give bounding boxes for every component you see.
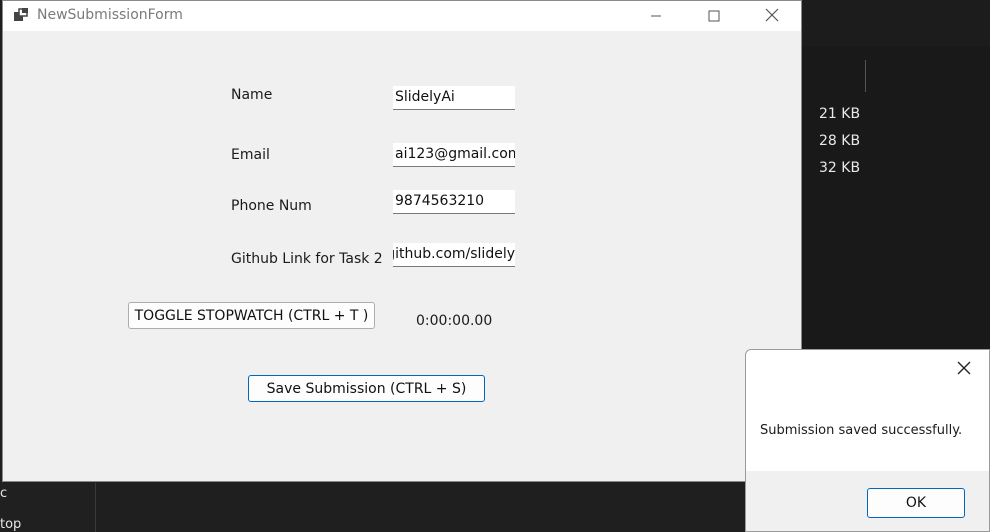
background-divider: [95, 483, 96, 532]
message-box: Submission saved successfully. OK: [745, 349, 990, 532]
save-submission-button[interactable]: Save Submission (CTRL + S): [248, 375, 485, 402]
github-link-input[interactable]: github.com/slidely: [393, 243, 515, 267]
ok-button[interactable]: OK: [867, 488, 965, 518]
close-button[interactable]: [749, 1, 795, 31]
email-input[interactable]: ai123@gmail.com: [393, 143, 515, 167]
new-submission-form-window: NewSubmissionForm Name SlidelyAi Email a…: [2, 0, 802, 482]
minimize-icon: [650, 7, 662, 26]
message-text: Submission saved successfully.: [760, 423, 963, 438]
title-bar[interactable]: NewSubmissionForm: [3, 1, 801, 31]
minimize-button[interactable]: [633, 1, 679, 31]
maximize-icon: [708, 7, 720, 26]
close-icon: [765, 7, 779, 26]
app-window-icon: [13, 7, 29, 23]
sidebar-item-fragment[interactable]: top: [0, 517, 21, 532]
maximize-button[interactable]: [691, 1, 737, 31]
file-size: 32 KB: [819, 160, 861, 176]
name-label: Name: [231, 87, 273, 103]
background-window-header: [800, 0, 990, 47]
file-size: 28 KB: [819, 133, 861, 149]
toggle-stopwatch-button[interactable]: TOGGLE STOPWATCH (CTRL + T ): [128, 302, 375, 329]
stopwatch-time: 0:00:00.00: [416, 313, 493, 329]
close-icon: [957, 360, 971, 379]
message-close-button[interactable]: [957, 360, 975, 378]
message-footer: OK: [746, 471, 989, 531]
column-separator: [865, 60, 866, 92]
email-label: Email: [231, 147, 270, 163]
phone-label: Phone Num: [231, 198, 312, 214]
github-link-label: Github Link for Task 2: [231, 251, 383, 267]
sidebar-item-fragment[interactable]: c: [0, 486, 7, 501]
window-title: NewSubmissionForm: [37, 7, 183, 23]
file-size: 21 KB: [819, 106, 861, 122]
name-input[interactable]: SlidelyAi: [393, 86, 515, 110]
phone-input[interactable]: 9874563210: [393, 190, 515, 214]
github-link-value: github.com/slidely: [393, 246, 515, 262]
